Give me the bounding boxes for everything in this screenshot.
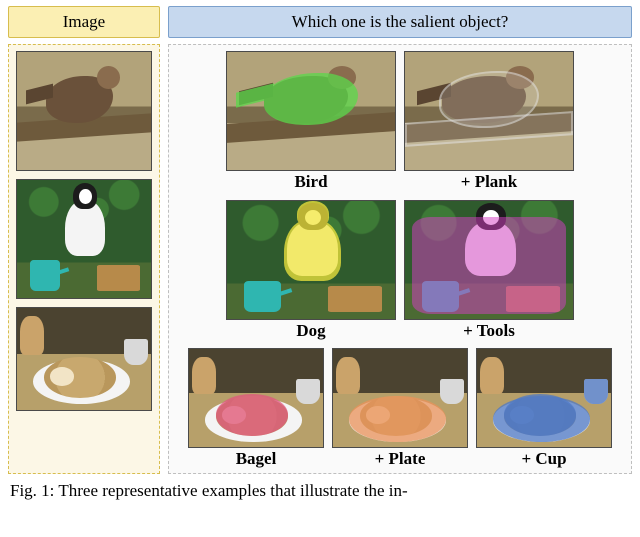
header-question: Which one is the salient object? bbox=[168, 6, 632, 38]
mask-bagel-pink bbox=[216, 394, 288, 435]
source-cell-row2 bbox=[15, 179, 153, 299]
mask-dog-yellow bbox=[284, 220, 341, 281]
panel-source bbox=[8, 44, 160, 474]
variant-cell-bagel-plate: + Plate bbox=[332, 348, 468, 469]
variant-label: + Tools bbox=[463, 322, 515, 341]
caption-prefix: Fig. 1: bbox=[10, 481, 54, 500]
variant-row-bird: Bird + Plank bbox=[175, 51, 625, 192]
source-image-bird bbox=[16, 51, 152, 171]
variant-image-bird bbox=[226, 51, 396, 171]
variant-image-bird-plank bbox=[404, 51, 574, 171]
variant-cell-bagel: Bagel bbox=[188, 348, 324, 469]
variant-cell-bird-plank: + Plank bbox=[404, 51, 574, 192]
variant-cell-dog-tools: + Tools bbox=[404, 200, 574, 341]
variant-label: + Cup bbox=[521, 450, 566, 469]
header-image: Image bbox=[8, 6, 160, 38]
variant-cell-bagel-cup: + Cup bbox=[476, 348, 612, 469]
source-image-bagel bbox=[16, 307, 152, 411]
variant-cell-dog: Dog bbox=[226, 200, 396, 341]
variant-image-bagel-plate bbox=[332, 348, 468, 448]
panel-variants: Bird + Plank bbox=[168, 44, 632, 474]
variant-label: Dog bbox=[296, 322, 325, 341]
column-source-images: Image bbox=[8, 6, 160, 474]
variant-label: + Plank bbox=[461, 173, 517, 192]
variant-label: Bagel bbox=[236, 450, 277, 469]
variant-image-dog-tools bbox=[404, 200, 574, 320]
variant-label: + Plate bbox=[375, 450, 426, 469]
caption-text: Three representative examples that illus… bbox=[58, 481, 407, 500]
mask-bagel-blue bbox=[504, 394, 576, 435]
variant-label: Bird bbox=[294, 173, 327, 192]
figure-grid: Image bbox=[0, 0, 640, 476]
variant-row-dog: Dog + Tools bbox=[175, 200, 625, 341]
source-image-dog bbox=[16, 179, 152, 299]
variant-cell-bird: Bird bbox=[226, 51, 396, 192]
variant-image-bagel bbox=[188, 348, 324, 448]
source-cell-row1 bbox=[15, 51, 153, 171]
variant-image-bagel-cup bbox=[476, 348, 612, 448]
column-saliency-variants: Which one is the salient object? Bird bbox=[168, 6, 632, 474]
variant-image-dog bbox=[226, 200, 396, 320]
mask-tools-magenta bbox=[412, 217, 567, 314]
source-cell-row3 bbox=[15, 307, 153, 411]
mask-plate-orange bbox=[349, 396, 445, 441]
figure-caption: Fig. 1: Three representative examples th… bbox=[0, 476, 640, 501]
mask-cup-blue bbox=[584, 379, 608, 404]
variant-row-bagel: Bagel + Plate + Cup bbox=[175, 348, 625, 469]
